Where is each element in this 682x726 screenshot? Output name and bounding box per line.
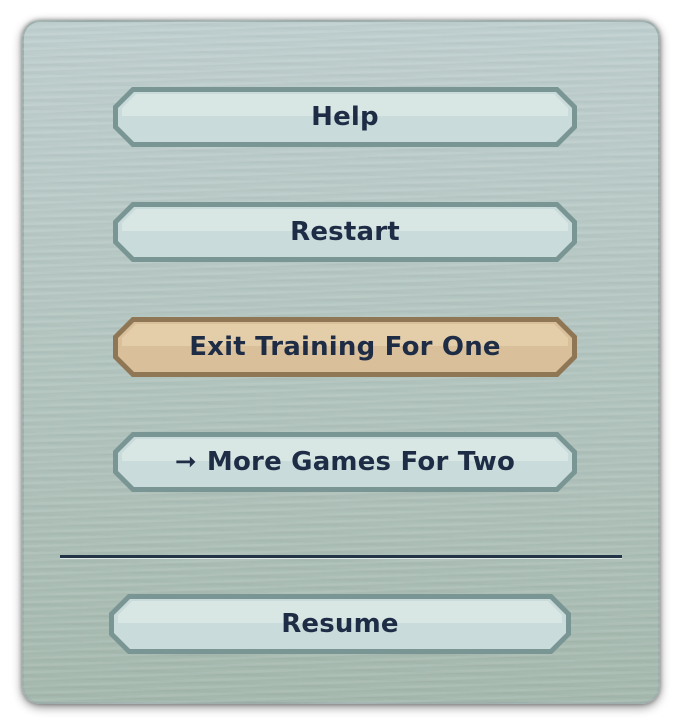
restart-button[interactable]: Restart — [112, 201, 578, 263]
help-button-label: Help — [311, 102, 379, 132]
exit-training-button[interactable]: Exit Training For One — [112, 316, 578, 378]
resume-button-label: Resume — [281, 609, 399, 639]
arrow-right-icon: ➞ — [174, 447, 197, 477]
more-games-button-content: ➞ More Games For Two — [112, 431, 578, 493]
exit-training-button-label: Exit Training For One — [189, 332, 501, 362]
more-games-button-label: More Games For Two — [206, 447, 516, 477]
more-games-button[interactable]: ➞ More Games For Two — [112, 431, 578, 493]
help-button[interactable]: Help — [112, 86, 578, 148]
menu-divider — [60, 555, 622, 559]
restart-button-label: Restart — [290, 217, 400, 247]
resume-button[interactable]: Resume — [108, 593, 572, 655]
